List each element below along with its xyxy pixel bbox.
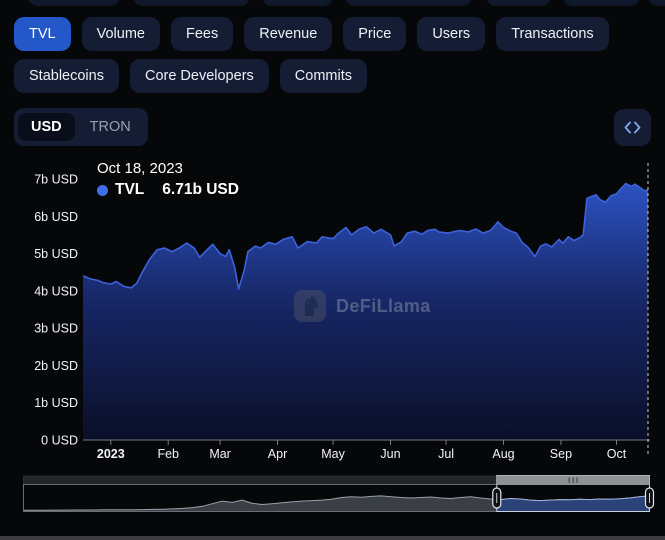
tab-users[interactable]: Users: [417, 17, 485, 51]
y-axis-label-5b-usd: 5b USD: [34, 247, 78, 261]
tab-revenue[interactable]: Revenue: [244, 17, 332, 51]
tab-row-secondary: Stablecoins Core Developers Commits: [14, 59, 367, 93]
tab-transactions[interactable]: Transactions: [496, 17, 608, 51]
x-axis-label-2023: 2023: [97, 447, 125, 461]
cropped-tab: [563, 0, 640, 6]
x-axis-label-oct: Oct: [607, 447, 627, 461]
y-axis-label-2b-usd: 2b USD: [34, 359, 78, 373]
x-axis-label-sep: Sep: [550, 447, 572, 461]
tab-stablecoins[interactable]: Stablecoins: [14, 59, 119, 93]
y-axis-label-6b-usd: 6b USD: [34, 210, 78, 224]
tvl-area-chart[interactable]: 2023 Feb Mar Apr May Jun Jul Aug Sep Oct 0 USD 1b U…: [0, 155, 665, 470]
bottom-page-strip: [0, 536, 665, 540]
code-embed-icon: [623, 118, 642, 137]
x-axis-label-feb: Feb: [157, 447, 179, 461]
x-axis-label-apr: Apr: [268, 447, 287, 461]
cropped-tab: [345, 0, 472, 6]
x-axis-label-may: May: [321, 447, 345, 461]
y-axis-label-7b-usd: 7b USD: [34, 173, 78, 187]
currency-option-tron[interactable]: TRON: [77, 113, 144, 141]
x-axis-label-mar: Mar: [209, 447, 231, 461]
currency-toggle: USDTRON: [14, 108, 148, 146]
y-axis-label-4b-usd: 4b USD: [34, 284, 78, 298]
currency-option-usd[interactable]: USD: [18, 113, 75, 141]
embed-chart-button[interactable]: [614, 109, 651, 146]
cropped-tab: [28, 0, 120, 6]
x-axis-label-aug: Aug: [492, 447, 514, 461]
x-axis-label-jun: Jun: [380, 447, 400, 461]
tab-fees[interactable]: Fees: [171, 17, 233, 51]
cropped-tab: [262, 0, 333, 6]
range-navigator[interactable]: [0, 468, 665, 528]
x-axis-label-jul: Jul: [438, 447, 454, 461]
tvl-area-fill: [83, 184, 648, 441]
tab-tvl[interactable]: TVL: [14, 17, 71, 51]
cropped-tab: [133, 0, 250, 6]
y-axis-label-3b-usd: 3b USD: [34, 322, 78, 336]
y-axis-label-0-usd: 0 USD: [41, 434, 78, 448]
tab-commits[interactable]: Commits: [280, 59, 367, 93]
tab-core-developers[interactable]: Core Developers: [130, 59, 269, 93]
cropped-tab: [486, 0, 551, 6]
cropped-tab: [648, 0, 665, 6]
tab-price[interactable]: Price: [343, 17, 406, 51]
tab-row-primary: TVL Volume Fees Revenue Price Users Transactio…: [14, 17, 609, 51]
y-axis-label-1b-usd: 1b USD: [34, 396, 78, 410]
tab-volume[interactable]: Volume: [82, 17, 160, 51]
